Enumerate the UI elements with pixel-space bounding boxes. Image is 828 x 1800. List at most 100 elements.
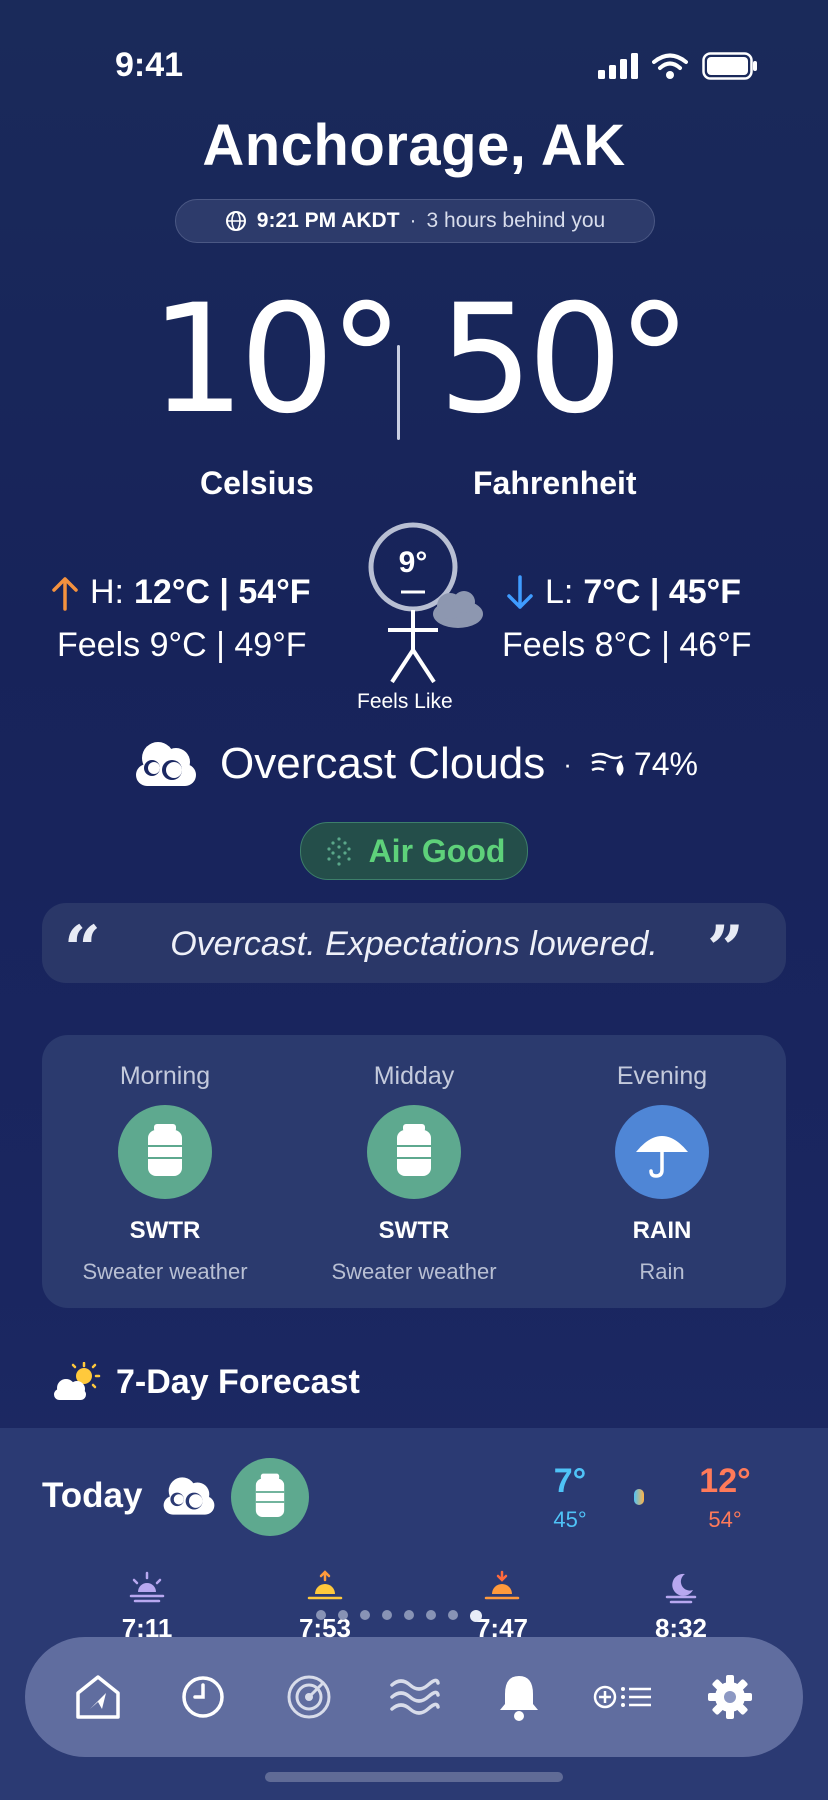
sunrise-item: 7:53 (270, 1570, 380, 1644)
period-name: Evening (616, 1062, 708, 1090)
moonrise-item: 8:32 (626, 1570, 736, 1644)
quote-text: Overcast. Expectations lowered. (170, 925, 658, 963)
air-dots-icon (326, 837, 351, 866)
period-evening[interactable]: Evening RAIN Rain (552, 1062, 772, 1285)
today-low: 7° 45° (548, 1462, 592, 1533)
wifi-icon (652, 53, 688, 79)
local-time: 9:21 PM AKDT (256, 209, 400, 232)
forecast-title-row: 7-Day Forecast (50, 1362, 360, 1402)
page-dot[interactable] (404, 1610, 414, 1620)
forecast-title: 7-Day Forecast (116, 1362, 360, 1401)
humidity-icon (591, 752, 624, 776)
high-feels: Feels 9°C | 49°F (57, 626, 307, 664)
battery-icon (702, 52, 757, 80)
bell-icon (500, 1676, 539, 1721)
page-dot[interactable] (448, 1610, 458, 1620)
period-desc: Sweater weather (331, 1259, 497, 1284)
temp-fahrenheit: 50° (438, 273, 692, 447)
tab-home[interactable] (63, 1662, 133, 1732)
tab-alerts[interactable] (484, 1662, 554, 1732)
tab-clock[interactable] (168, 1662, 238, 1732)
today-high-f: 54° (708, 1507, 742, 1532)
tab-waves[interactable] (379, 1662, 449, 1732)
page-dot[interactable] (382, 1610, 392, 1620)
arrow-up-icon (52, 576, 78, 611)
period-code: RAIN (632, 1217, 692, 1244)
period-morning[interactable]: Morning SWTR Sweater weather (55, 1062, 275, 1285)
humidity-value: 74% (633, 745, 698, 782)
high-temp-row: H: 12°C | 54°F (50, 573, 311, 612)
low-feels: Feels 8°C | 46°F (502, 626, 752, 664)
today-low-c: 7° (553, 1462, 587, 1500)
temp-celsius: 10° (150, 273, 404, 447)
radar-icon (287, 1675, 331, 1719)
page-dot[interactable] (316, 1610, 326, 1620)
period-code: SWTR (129, 1217, 201, 1244)
page-dot[interactable] (426, 1610, 436, 1620)
feels-like-label: Feels Like (357, 690, 453, 713)
partly-cloudy-icon (54, 1362, 101, 1400)
period-desc: Rain (639, 1259, 685, 1284)
tab-locations[interactable] (590, 1662, 660, 1732)
page-dot[interactable] (338, 1610, 348, 1620)
sunset-item: 7:47 (447, 1570, 557, 1644)
low-prefix: L: (545, 573, 574, 611)
air-quality-label: Air Good (368, 832, 506, 869)
sunset-icon (484, 1570, 520, 1600)
cloud-icon (163, 1477, 215, 1515)
gear-icon (708, 1675, 753, 1719)
sunrise-icon (307, 1570, 343, 1600)
local-time-pill: 9:21 PM AKDT · 3 hours behind you (175, 199, 655, 243)
fahrenheit-label: Fahrenheit (473, 465, 637, 501)
page-dot-active[interactable] (470, 1610, 482, 1622)
page-dot[interactable] (360, 1610, 370, 1620)
separator-dot: · (409, 209, 417, 232)
dawn-icon (129, 1571, 165, 1603)
sweater-icon (367, 1105, 461, 1199)
clock-icon (182, 1676, 224, 1718)
quote-close-icon: ” (707, 912, 744, 987)
high-value: 12°C | 54°F (134, 573, 311, 611)
tab-radar[interactable] (274, 1662, 344, 1732)
humidity: 74% (590, 746, 698, 783)
tab-settings[interactable] (695, 1662, 765, 1732)
city-name[interactable]: Anchorage, AK (0, 112, 828, 179)
low-value: 7°C | 45°F (583, 573, 742, 611)
status-time: 9:41 (115, 46, 184, 84)
temp-range-bar (634, 1489, 644, 1505)
status-icons (598, 52, 758, 80)
today-label: Today (42, 1476, 143, 1515)
page-indicator[interactable] (316, 1610, 482, 1622)
sweater-icon (118, 1105, 212, 1199)
feels-like-value: 9° (398, 546, 428, 579)
separator-dot: · (563, 748, 572, 779)
cloud-icon (136, 742, 197, 786)
celsius-label: Celsius (200, 465, 314, 501)
dawn-item: 7:11 (92, 1570, 202, 1644)
high-prefix: H: (90, 573, 124, 611)
today-low-f: 45° (553, 1507, 587, 1532)
arrow-down-icon (507, 574, 533, 609)
signal-icon (598, 53, 638, 79)
period-midday[interactable]: Midday SWTR Sweater weather (304, 1062, 524, 1285)
air-quality-pill[interactable]: Air Good (300, 822, 528, 880)
today-high-c: 12° (699, 1462, 751, 1500)
low-temp-row: L: 7°C | 45°F (505, 573, 741, 612)
sweater-icon (231, 1458, 309, 1536)
period-code: SWTR (378, 1217, 450, 1244)
globe-icon (225, 211, 246, 231)
umbrella-icon (615, 1105, 709, 1199)
waves-icon (390, 1678, 440, 1715)
home-icon (75, 1675, 120, 1719)
period-name: Midday (373, 1062, 455, 1090)
time-offset: 3 hours behind you (426, 209, 606, 232)
condition-row: Overcast Clouds · 74% (0, 738, 828, 790)
condition-text: Overcast Clouds (220, 739, 546, 788)
tab-bar (25, 1637, 803, 1757)
add-list-icon (593, 1685, 651, 1709)
moon-icon (665, 1573, 697, 1604)
temp-divider (397, 345, 400, 440)
period-name: Morning (119, 1062, 211, 1090)
home-indicator (265, 1772, 563, 1782)
today-high: 12° 54° (690, 1462, 760, 1533)
